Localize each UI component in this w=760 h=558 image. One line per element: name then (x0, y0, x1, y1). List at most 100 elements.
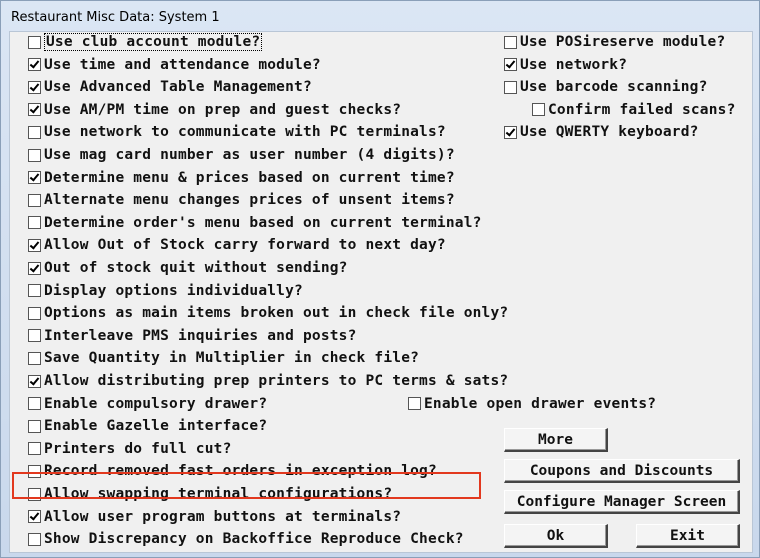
coupons-discounts-button[interactable]: Coupons and Discounts (504, 459, 740, 483)
option-left-10[interactable]: Out of stock quit without sending? (28, 258, 348, 278)
checkbox-label: Record removed fast orders in exception … (44, 463, 437, 480)
checkbox-label: Use club account module? (44, 33, 263, 51)
ok-button[interactable]: Ok (504, 524, 608, 548)
window-title: Restaurant Misc Data: System 1 (11, 10, 220, 25)
checkbox-box[interactable] (28, 35, 41, 49)
checkbox-label: Out of stock quit without sending? (44, 260, 348, 276)
option-left-14[interactable]: Save Quantity in Multiplier in check fil… (28, 348, 419, 368)
checkbox-label: Confirm failed scans? (548, 101, 736, 118)
option-right-0[interactable]: Use POSireserve module? (504, 32, 725, 52)
option-left-4[interactable]: Use network to communicate with PC termi… (28, 122, 446, 142)
option-left-9[interactable]: Allow Out of Stock carry forward to next… (28, 235, 446, 255)
option-left-11[interactable]: Display options individually? (28, 281, 303, 301)
checkbox-box[interactable] (504, 125, 517, 139)
option-left-12[interactable]: Options as main items broken out in chec… (28, 303, 508, 323)
option-right-4[interactable]: Use QWERTY keyboard? (504, 122, 699, 142)
option-left-7[interactable]: Alternate menu changes prices of unsent … (28, 190, 455, 210)
checkbox-label: Allow user program buttons at terminals? (44, 508, 402, 525)
checkbox-box[interactable] (504, 80, 517, 94)
checkbox-box[interactable] (28, 464, 41, 478)
checkbox-label: Use QWERTY keyboard? (520, 124, 699, 141)
configure-manager-screen-button-label: Configure Manager Screen (516, 493, 727, 510)
checkbox-label: Enable compulsory drawer? (44, 395, 268, 412)
option-left-15[interactable]: Allow distributing prep printers to PC t… (28, 371, 508, 391)
checkbox-label: Determine order's menu based on current … (44, 214, 482, 231)
option-left-18[interactable]: Printers do full cut? (28, 439, 232, 459)
checkbox-box[interactable] (28, 510, 41, 524)
checkbox-label: Enable Gazelle interface? (44, 418, 268, 435)
checkbox-box[interactable] (504, 58, 517, 72)
checkbox-label: Display options individually? (44, 282, 303, 299)
checkbox-box[interactable] (28, 125, 41, 139)
title-bar: Restaurant Misc Data: System 1 (1, 1, 759, 31)
option-open-drawer-events[interactable]: Enable open drawer events? (408, 394, 656, 414)
exit-button[interactable]: Exit (636, 524, 740, 548)
dialog-client-area: Use club account module? Use time and att… (9, 31, 753, 553)
checkbox-box[interactable] (28, 103, 41, 117)
checkbox-label: Use Advanced Table Management? (44, 79, 312, 96)
coupons-discounts-button-label: Coupons and Discounts (529, 462, 714, 479)
checkbox-box[interactable] (408, 397, 421, 411)
checkbox-label: Use barcode scanning? (520, 79, 708, 96)
checkbox-box[interactable] (28, 397, 41, 411)
option-left-19[interactable]: Record removed fast orders in exception … (28, 461, 437, 481)
checkbox-box[interactable] (28, 487, 41, 501)
checkbox-box[interactable] (28, 148, 41, 162)
checkbox-box[interactable] (28, 374, 41, 388)
checkbox-label: Determine menu & prices based on current… (44, 169, 455, 186)
checkbox-box[interactable] (28, 419, 41, 433)
checkbox-box[interactable] (28, 329, 41, 343)
checkbox-box[interactable] (28, 351, 41, 365)
checkbox-label: Use mag card number as user number (4 di… (44, 147, 455, 163)
option-left-22[interactable]: Show Discrepancy on Backoffice Reproduce… (28, 529, 464, 549)
checkbox-label: Save Quantity in Multiplier in check fil… (44, 350, 420, 367)
checkbox-label: Use time and attendance module? (44, 56, 321, 73)
checkbox-box[interactable] (28, 58, 41, 72)
checkbox-label: Use AM/PM time on prep and guest checks? (44, 101, 402, 118)
checkbox-label: Show Discrepancy on Backoffice Reproduce… (44, 531, 464, 548)
checkbox-box[interactable] (28, 216, 41, 230)
checkbox-box[interactable] (504, 35, 517, 49)
checkbox-label: Use network? (520, 56, 628, 73)
option-right-3[interactable]: Confirm failed scans? (532, 100, 736, 120)
checkbox-box[interactable] (28, 80, 41, 94)
checkbox-box[interactable] (28, 171, 41, 185)
option-right-2[interactable]: Use barcode scanning? (504, 77, 708, 97)
checkbox-label: Use POSireserve module? (520, 34, 726, 50)
checkbox-label: Enable open drawer events? (424, 395, 657, 412)
checkbox-box[interactable] (28, 193, 41, 207)
checkbox-label: Printers do full cut? (44, 440, 232, 457)
checkbox-label: Allow Out of Stock carry forward to next… (44, 237, 446, 254)
option-left-2[interactable]: Use Advanced Table Management? (28, 77, 312, 97)
checkbox-box[interactable] (28, 238, 41, 252)
option-left-13[interactable]: Interleave PMS inquiries and posts? (28, 326, 357, 346)
option-left-16[interactable]: Enable compulsory drawer? (28, 394, 267, 414)
checkbox-label: Alternate menu changes prices of unsent … (44, 192, 455, 209)
checkbox-box[interactable] (532, 103, 545, 117)
checkbox-label: Use network to communicate with PC termi… (44, 124, 446, 141)
checkbox-label: Options as main items broken out in chec… (44, 305, 509, 322)
option-right-1[interactable]: Use network? (504, 55, 627, 75)
checkbox-label: Interleave PMS inquiries and posts? (44, 327, 357, 344)
dialog-window: Restaurant Misc Data: System 1 Use club … (0, 0, 760, 558)
checkbox-box[interactable] (28, 442, 41, 456)
option-left-8[interactable]: Determine order's menu based on current … (28, 213, 482, 233)
checkbox-box[interactable] (28, 532, 41, 546)
checkbox-label: Allow swapping terminal configurations? (44, 486, 393, 502)
option-left-5[interactable]: Use mag card number as user number (4 di… (28, 145, 455, 165)
more-button[interactable]: More (504, 428, 608, 452)
option-left-6[interactable]: Determine menu & prices based on current… (28, 168, 455, 188)
checkbox-box[interactable] (28, 284, 41, 298)
checkbox-label: Allow distributing prep printers to PC t… (44, 373, 509, 389)
option-left-3[interactable]: Use AM/PM time on prep and guest checks? (28, 100, 401, 120)
configure-manager-screen-button[interactable]: Configure Manager Screen (504, 490, 740, 514)
ok-button-label: Ok (546, 527, 565, 544)
checkbox-box[interactable] (28, 306, 41, 320)
option-left-1[interactable]: Use time and attendance module? (28, 55, 321, 75)
option-left-21[interactable]: Allow user program buttons at terminals? (28, 507, 401, 527)
checkbox-box[interactable] (28, 261, 41, 275)
option-left-17[interactable]: Enable Gazelle interface? (28, 416, 267, 436)
option-left-20[interactable]: Allow swapping terminal configurations? (28, 484, 392, 504)
option-left-0[interactable]: Use club account module? (28, 32, 263, 52)
exit-button-label: Exit (670, 527, 705, 544)
